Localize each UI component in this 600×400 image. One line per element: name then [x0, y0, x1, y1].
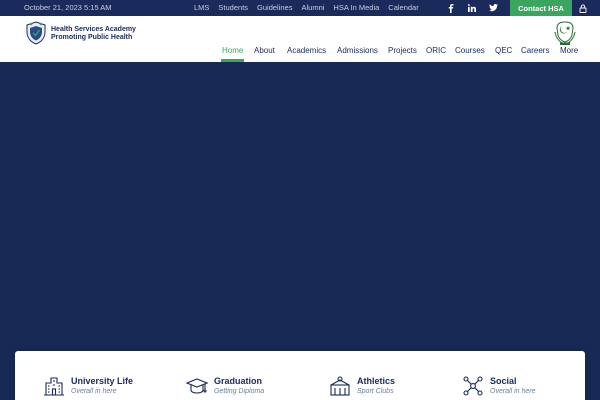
- feature-subtitle: Overall in here: [71, 388, 117, 395]
- feature-subtitle: Getting Diploma: [214, 388, 265, 395]
- state-emblem-icon: [554, 20, 576, 46]
- hero-banner: [0, 62, 600, 400]
- feature-title: University Life: [71, 376, 134, 386]
- quick-link-alumni[interactable]: Alumni: [301, 3, 324, 12]
- quick-link-guidelines[interactable]: Guidelines: [257, 3, 292, 12]
- contact-button[interactable]: Contact HSA: [510, 0, 572, 16]
- site-header: Health Services Academy Promoting Public…: [0, 16, 600, 62]
- quick-link-calendar[interactable]: Calendar: [388, 3, 418, 12]
- nav-item-courses[interactable]: Courses: [455, 46, 485, 62]
- top-bar: October 21, 2023 5:15 AM LMS Students Gu…: [0, 0, 600, 16]
- social-links: [446, 2, 519, 14]
- nav-item-qec[interactable]: QEC: [495, 46, 512, 62]
- nav-item-academics[interactable]: Academics: [287, 46, 326, 62]
- brand-tagline: Promoting Public Health: [51, 34, 133, 41]
- linkedin-icon[interactable]: [467, 2, 477, 14]
- quick-link-lms[interactable]: LMS: [194, 3, 209, 12]
- date-time: October 21, 2023 5:15 AM: [24, 3, 112, 12]
- nav-item-oric[interactable]: ORIC: [426, 46, 446, 62]
- feature-subtitle: Overall in here: [490, 388, 536, 395]
- quick-link-students[interactable]: Students: [218, 3, 248, 12]
- building-icon: [43, 375, 65, 397]
- feature-title: Graduation: [214, 376, 263, 386]
- brand-name-line1: Health Services Academy: [51, 26, 136, 33]
- user-login-icon[interactable]: [577, 2, 589, 14]
- nav-item-careers[interactable]: Careers: [521, 46, 549, 62]
- brand-name[interactable]: Health Services Academy Promoting Public…: [51, 26, 136, 42]
- graduation-cap-icon: [185, 375, 209, 397]
- feature-subtitle: Sport Clubs: [357, 388, 394, 395]
- nav-item-projects[interactable]: Projects: [388, 46, 417, 62]
- network-icon: [462, 375, 484, 397]
- quick-link-hsa-in-media[interactable]: HSA In Media: [333, 3, 379, 12]
- quick-links: LMS Students Guidelines Alumni HSA In Me…: [194, 3, 419, 12]
- nav-item-admissions[interactable]: Admissions: [337, 46, 378, 62]
- nav-item-home[interactable]: Home: [220, 46, 245, 62]
- main-nav: Home About Academics Admissions Projects…: [216, 46, 598, 62]
- feature-title: Athletics: [357, 376, 396, 386]
- nav-item-about[interactable]: About: [254, 46, 275, 62]
- facebook-icon[interactable]: [446, 2, 456, 14]
- twitter-icon[interactable]: [488, 2, 498, 14]
- athletics-icon: [329, 375, 351, 397]
- feature-strip: University Life Overall in here Graduati…: [15, 351, 585, 400]
- feature-title: Social: [490, 376, 517, 386]
- nav-item-more[interactable]: More: [560, 46, 578, 62]
- hsa-logo-icon[interactable]: [25, 21, 47, 45]
